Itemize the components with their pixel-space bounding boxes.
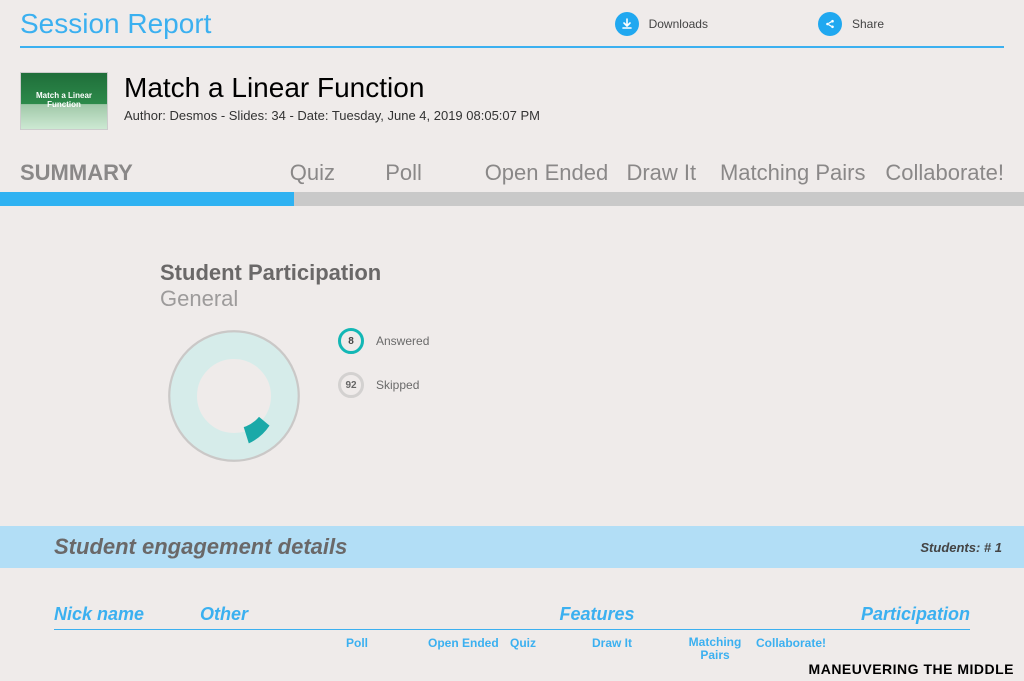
tab-collaborate[interactable]: Collaborate! <box>885 160 1004 192</box>
col-participation[interactable]: Participation <box>810 604 970 625</box>
tab-matching-pairs[interactable]: Matching Pairs <box>720 160 885 192</box>
activity-title: Match a Linear Function <box>124 72 540 104</box>
downloads-button[interactable]: Downloads <box>615 12 708 36</box>
tab-draw-it[interactable]: Draw It <box>626 160 720 192</box>
feature-col-quiz[interactable]: Quiz <box>510 636 592 662</box>
legend-skipped: 92 Skipped <box>338 372 429 398</box>
participation-title: Student Participation <box>160 260 1004 286</box>
feature-col-matching-pairs[interactable]: Matching Pairs <box>674 636 756 662</box>
answered-count-badge: 8 <box>338 328 364 354</box>
downloads-label: Downloads <box>649 17 708 31</box>
tab-indicator <box>0 192 1024 206</box>
col-features: Features <box>384 604 810 625</box>
activity-thumbnail: Match a Linear Function <box>20 72 108 130</box>
engagement-title: Student engagement details <box>54 534 347 560</box>
page-title: Session Report <box>20 8 211 40</box>
tab-quiz[interactable]: Quiz <box>290 160 386 192</box>
tab-summary[interactable]: SUMMARY <box>20 160 290 192</box>
feature-col-poll[interactable]: Poll <box>346 636 428 662</box>
tab-poll[interactable]: Poll <box>385 160 484 192</box>
participation-subtitle: General <box>160 286 1004 312</box>
feature-col-collaborate[interactable]: Collaborate! <box>756 636 838 662</box>
col-other[interactable]: Other <box>200 604 384 625</box>
share-label: Share <box>852 17 884 31</box>
skipped-count-badge: 92 <box>338 372 364 398</box>
participation-donut-chart <box>160 322 308 470</box>
answered-label: Answered <box>376 334 429 348</box>
watermark: MANEUVERING THE MIDDLE <box>809 661 1014 677</box>
feature-col-open-ended[interactable]: Open Ended <box>428 636 510 662</box>
students-count: Students: # 1 <box>920 540 1002 555</box>
share-button[interactable]: Share <box>818 12 884 36</box>
share-icon <box>818 12 842 36</box>
tab-open-ended[interactable]: Open Ended <box>485 160 627 192</box>
col-nick-name[interactable]: Nick name <box>54 604 200 625</box>
activity-meta: Author: Desmos - Slides: 34 - Date: Tues… <box>124 108 540 123</box>
skipped-label: Skipped <box>376 378 419 392</box>
feature-col-draw-it[interactable]: Draw It <box>592 636 674 662</box>
legend-answered: 8 Answered <box>338 328 429 354</box>
download-icon <box>615 12 639 36</box>
title-divider <box>20 46 1004 48</box>
